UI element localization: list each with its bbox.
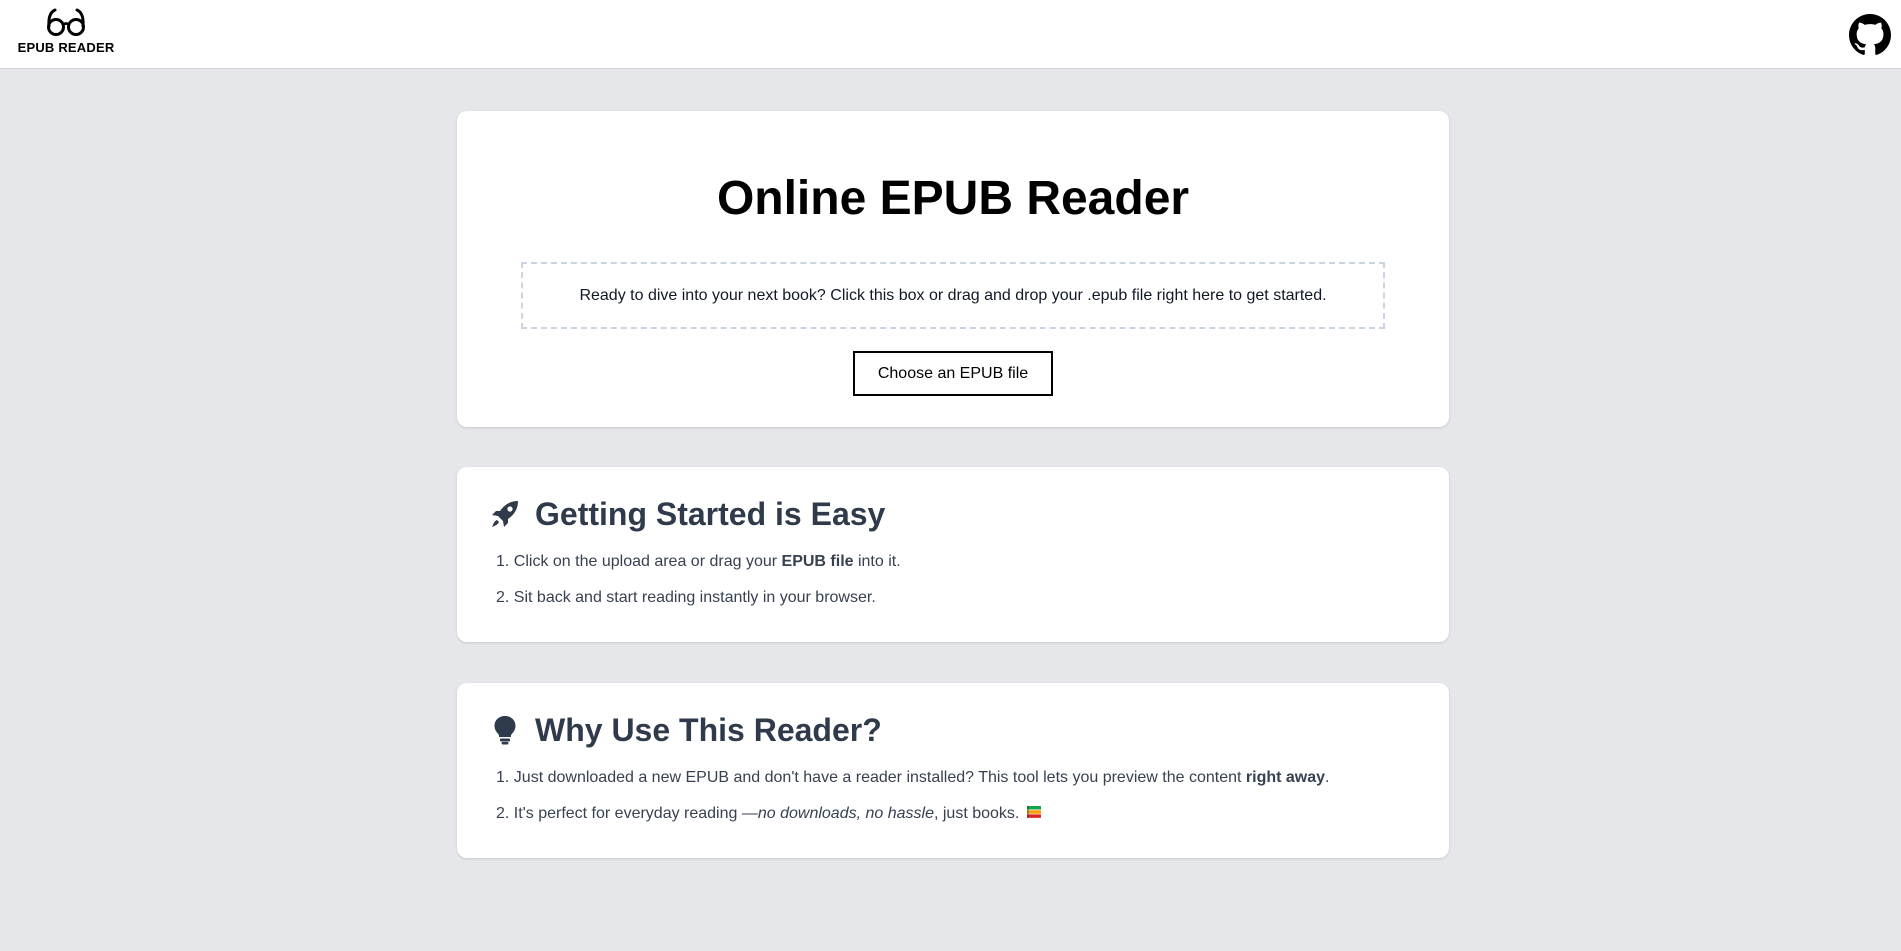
github-link[interactable]: [1849, 14, 1891, 56]
page-title: Online EPUB Reader: [716, 172, 1190, 225]
list-item: 2. Sit back and start reading instantly …: [496, 589, 876, 606]
getting-started-header: Getting Started is Easy: [489, 498, 885, 530]
section-title-why-use: Why Use This Reader?: [535, 712, 882, 748]
app-logo[interactable]: EPUB READER: [18, 8, 114, 60]
getting-started-steps: 1. Click on the upload area or drag your…: [496, 552, 901, 624]
epub-dropzone[interactable]: Ready to dive into your next book? Click…: [521, 262, 1385, 329]
glasses-icon: [47, 8, 85, 36]
list-item: 1. Just downloaded a new EPUB and don't …: [496, 769, 1330, 786]
getting-started-card: Getting Started is Easy 1. Click on the …: [457, 467, 1449, 642]
why-use-points: 1. Just downloaded a new EPUB and don't …: [496, 768, 1330, 840]
list-item: 1. Click on the upload area or drag your…: [496, 553, 901, 570]
dropzone-text: Ready to dive into your next book? Click…: [579, 286, 1327, 304]
lightbulb-icon: [489, 714, 521, 746]
bold-text: right away: [1245, 769, 1326, 786]
top-navbar: EPUB READER: [0, 0, 1901, 69]
choose-epub-button[interactable]: Choose an EPUB file: [853, 351, 1053, 396]
section-title-getting-started: Getting Started is Easy: [535, 496, 886, 532]
upload-card: Online EPUB Reader Ready to dive into yo…: [457, 111, 1449, 427]
why-use-header: Why Use This Reader?: [489, 714, 882, 746]
github-icon: [1849, 14, 1891, 55]
italic-text: no downloads, no hassle: [757, 805, 934, 822]
why-use-card: Why Use This Reader? 1. Just downloaded …: [457, 683, 1449, 858]
bold-text: EPUB file: [781, 553, 854, 570]
books-emoji-icon: [1026, 804, 1042, 820]
list-item: 2. It's perfect for everyday reading —no…: [496, 804, 1330, 840]
rocket-icon: [489, 498, 521, 530]
logo-text: EPUB READER: [17, 40, 115, 55]
